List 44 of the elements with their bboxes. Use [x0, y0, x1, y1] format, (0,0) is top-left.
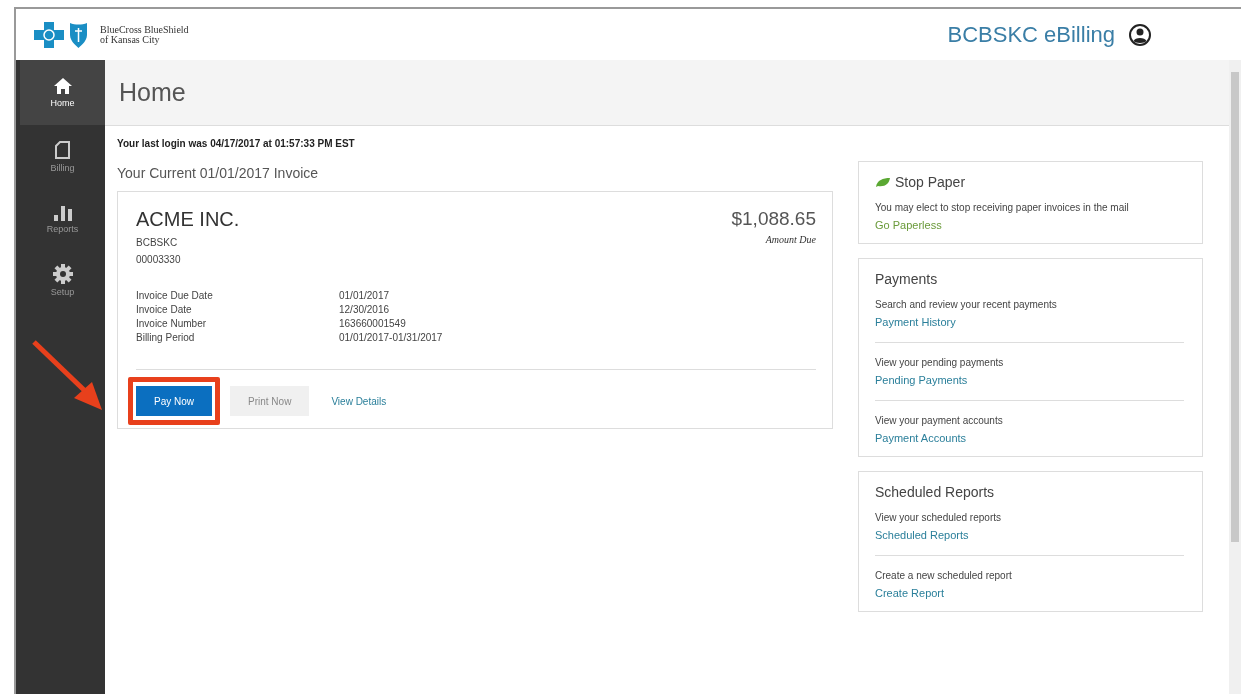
panel-text: View your payment accounts — [875, 415, 1003, 426]
payer-name: BCBSKC — [136, 237, 179, 248]
panel-link[interactable]: Payment History — [875, 316, 956, 328]
detail-label: Invoice Due Date — [136, 289, 214, 303]
panel-text: View your scheduled reports — [875, 512, 1001, 523]
account-number: 00003330 — [136, 254, 182, 265]
nav-item[interactable]: Reports — [20, 187, 105, 249]
page-title: Home — [119, 78, 186, 107]
view-details-link[interactable]: View Details — [331, 395, 387, 407]
invoice-heading: Your Current 01/01/2017 Invoice — [117, 165, 320, 181]
home-icon — [52, 77, 73, 95]
panel-link[interactable]: Payment Accounts — [875, 432, 967, 444]
panel-title: Payments — [875, 271, 938, 287]
panel-text: Create a new scheduled report — [875, 570, 1012, 581]
amount-due: $1,088.65 — [731, 208, 816, 230]
detail-label: Invoice Date — [136, 303, 193, 317]
detail-label: Invoice Number — [136, 317, 208, 331]
panel-text: Search and review your recent payments — [875, 299, 1057, 310]
panel-link[interactable]: Go Paperless — [875, 219, 942, 231]
nav-item[interactable]: Setup — [20, 249, 105, 311]
app-title: BCBSKC eBilling — [947, 21, 1115, 48]
detail-value: 01/01/2017 — [339, 289, 391, 303]
detail-value: 12/30/2016 — [339, 303, 391, 317]
document-icon — [53, 139, 72, 160]
panel-text: You may elect to stop receiving paper invoices in the mail — [875, 202, 1129, 213]
print-now-button[interactable]: Print Now — [230, 386, 310, 416]
panel-title: Scheduled Reports — [875, 484, 995, 500]
panel-link[interactable]: Create Report — [875, 587, 945, 599]
company-name: ACME INC. — [136, 208, 240, 231]
last-login-text: Your last login was 04/17/2017 at 01:57:33 PM EST — [117, 138, 356, 149]
panel-link[interactable]: Scheduled Reports — [875, 529, 969, 541]
nav-item[interactable]: Billing — [20, 125, 105, 187]
user-icon[interactable] — [1129, 23, 1151, 46]
panel-title: Stop Paper — [895, 174, 966, 190]
detail-value: 01/01/2017-01/31/2017 — [339, 331, 443, 345]
leaf-icon — [875, 176, 891, 188]
panel-text: View your pending payments — [875, 357, 1004, 368]
nav-item[interactable]: Home — [20, 60, 105, 125]
pay-now-button[interactable]: Pay Now — [136, 386, 212, 416]
org-name: BlueCross BlueShield of Kansas City — [100, 24, 189, 45]
panel-link[interactable]: Pending Payments — [875, 374, 968, 386]
detail-value: 163660001549 — [339, 317, 407, 331]
amount-label: Amount Due — [764, 234, 816, 245]
detail-label: Billing Period — [136, 331, 196, 345]
